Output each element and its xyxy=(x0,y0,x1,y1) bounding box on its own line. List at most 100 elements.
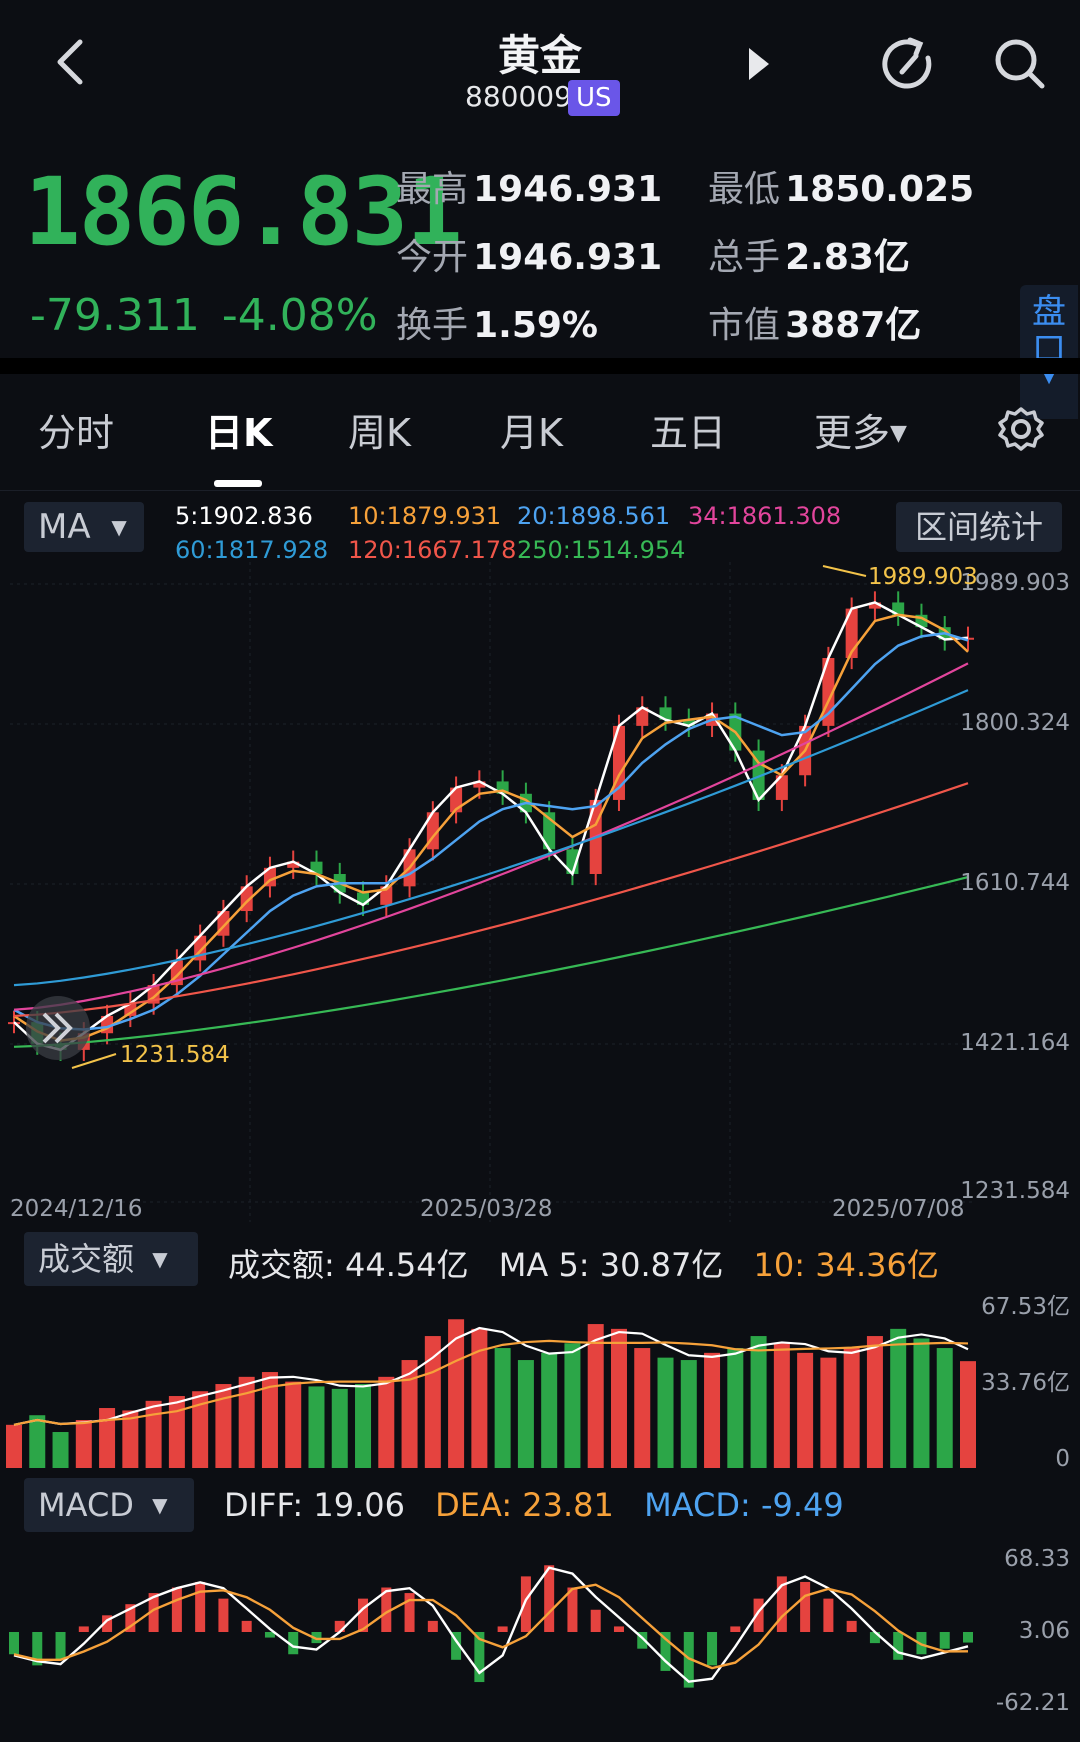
macd-bar xyxy=(823,1598,834,1632)
x-tick-label: 2025/07/08 xyxy=(832,1196,965,1222)
range-stats-button[interactable]: 区间统计 xyxy=(896,502,1062,552)
ma-legend-5: 5:1902.836 xyxy=(175,502,313,530)
order-book-button[interactable]: 盘口 ▼ xyxy=(1020,285,1078,419)
volume-chart[interactable]: 67.53亿 33.76亿 0 xyxy=(0,1288,1080,1470)
section-divider xyxy=(0,358,1080,374)
y-tick-label: 68.33 xyxy=(1004,1546,1070,1572)
x-tick-label: 2025/03/28 xyxy=(420,1196,553,1222)
y-tick-label: 1610.744 xyxy=(960,870,1070,896)
next-arrow-icon[interactable] xyxy=(745,46,773,82)
volume-value: 44.54亿 xyxy=(344,1246,469,1284)
macd-bar xyxy=(171,1587,182,1632)
x-tick-label: 2024/12/16 xyxy=(10,1196,143,1222)
tab-intraday[interactable]: 分时 xyxy=(38,402,114,457)
stat-label: 换手 xyxy=(396,305,469,346)
candlestick-series xyxy=(8,591,974,1062)
dea-value: 23.81 xyxy=(522,1486,614,1524)
ma-legend-34: 34:1861.308 xyxy=(688,502,842,530)
y-tick-label: -62.21 xyxy=(996,1690,1070,1716)
active-tab-indicator xyxy=(214,480,262,487)
volume-bar xyxy=(773,1343,790,1468)
macd-bar xyxy=(218,1598,229,1632)
tab-more[interactable]: 更多▼ xyxy=(814,402,907,457)
volume-ma10-label: 10: xyxy=(753,1246,806,1284)
stat-open: 今开 1946.931 xyxy=(396,228,662,280)
caret-down-icon: ▼ xyxy=(890,421,907,446)
indicator-ma-dropdown[interactable]: MA ▼ xyxy=(24,502,144,552)
volume-bar xyxy=(936,1348,953,1468)
volume-bar xyxy=(285,1381,302,1468)
macd-legend: DIFF: 19.06 DEA: 23.81 MACD: -9.49 xyxy=(224,1486,844,1524)
macd-bar xyxy=(963,1632,973,1643)
volume-bar xyxy=(820,1357,837,1468)
volume-bar xyxy=(913,1338,930,1468)
volume-bar xyxy=(634,1348,651,1468)
stat-value: 1.59% xyxy=(473,305,599,346)
volume-bar xyxy=(494,1348,511,1468)
volume-bar xyxy=(727,1348,744,1468)
volume-bar xyxy=(168,1396,185,1468)
volume-bar xyxy=(99,1408,116,1468)
y-tick-label: 0 xyxy=(1055,1446,1070,1470)
volume-bar xyxy=(704,1352,721,1468)
expand-chart-icon[interactable] xyxy=(26,996,90,1060)
volume-bar xyxy=(308,1386,325,1468)
macd-value: -9.49 xyxy=(760,1486,844,1524)
caret-down-icon: ▼ xyxy=(111,515,127,539)
ma-line-250 xyxy=(13,876,969,1048)
stat-label: 最低 xyxy=(708,169,781,210)
tab-daily-k[interactable]: 日K xyxy=(205,402,272,457)
y-tick-label: 3.06 xyxy=(1019,1618,1070,1644)
stat-turnover: 换手 1.59% xyxy=(396,296,598,348)
y-axis-labels: 1989.903 1800.324 1610.744 1421.164 1231… xyxy=(960,570,1070,1204)
dropdown-label: 成交额 xyxy=(38,1240,135,1278)
volume-bar xyxy=(866,1336,883,1468)
search-icon[interactable] xyxy=(992,36,1048,92)
macd-bar xyxy=(707,1632,718,1666)
volume-bar xyxy=(517,1360,534,1468)
volume-indicator-dropdown[interactable]: 成交额 ▼ xyxy=(24,1232,198,1286)
macd-chart[interactable]: 68.33 3.06 -62.21 xyxy=(0,1534,1080,1742)
volume-bar xyxy=(448,1319,465,1468)
volume-legend: 成交额: 44.54亿 MA 5: 30.87亿 10: 34.36亿 xyxy=(228,1240,939,1286)
volume-bar xyxy=(238,1376,255,1468)
volume-bar xyxy=(564,1343,581,1468)
ma-legend-20: 20:1898.561 xyxy=(517,502,671,530)
kline-chart[interactable]: 1989.903 1800.324 1610.744 1421.164 1231… xyxy=(0,562,1080,1222)
macd-indicator-dropdown[interactable]: MACD ▼ xyxy=(24,1478,194,1532)
macd-bar xyxy=(939,1632,950,1649)
volume-bar xyxy=(960,1361,976,1468)
volume-bar xyxy=(890,1328,907,1468)
market-badge: US xyxy=(568,80,620,116)
dropdown-label: MA xyxy=(38,507,91,547)
volume-bar xyxy=(75,1420,92,1468)
stat-label: 最高 xyxy=(396,169,469,210)
macd-bar xyxy=(613,1626,624,1632)
macd-bar xyxy=(55,1632,66,1660)
y-tick-label: 67.53亿 xyxy=(981,1294,1070,1320)
stat-value: 2.83亿 xyxy=(785,237,910,278)
volume-label: 成交额: xyxy=(228,1246,335,1284)
stat-market-cap: 市值 3887亿 xyxy=(708,296,921,348)
tab-five-day[interactable]: 五日 xyxy=(650,402,726,457)
macd-label: MACD: xyxy=(644,1486,751,1524)
dea-label: DEA: xyxy=(435,1486,513,1524)
volume-bar xyxy=(680,1360,697,1468)
macd-bar xyxy=(241,1620,252,1632)
stat-low: 最低 1850.025 xyxy=(708,160,974,212)
settings-gear-icon[interactable] xyxy=(998,406,1044,452)
stat-value: 1850.025 xyxy=(785,169,975,210)
volume-ma5-value: 30.87亿 xyxy=(599,1246,724,1284)
stat-label: 市值 xyxy=(708,305,781,346)
macd-bar xyxy=(9,1632,19,1655)
min-marker: 1231.584 xyxy=(71,1042,230,1069)
refresh-icon[interactable] xyxy=(880,36,938,94)
volume-bar xyxy=(29,1415,46,1468)
volume-bar xyxy=(610,1328,627,1468)
min-price-label: 1231.584 xyxy=(120,1042,230,1068)
max-price-label: 1989.903 xyxy=(868,564,978,590)
ma-lines xyxy=(13,601,969,1052)
diff-value: 19.06 xyxy=(313,1486,405,1524)
tab-weekly-k[interactable]: 周K xyxy=(348,402,411,457)
tab-monthly-k[interactable]: 月K xyxy=(500,402,563,457)
